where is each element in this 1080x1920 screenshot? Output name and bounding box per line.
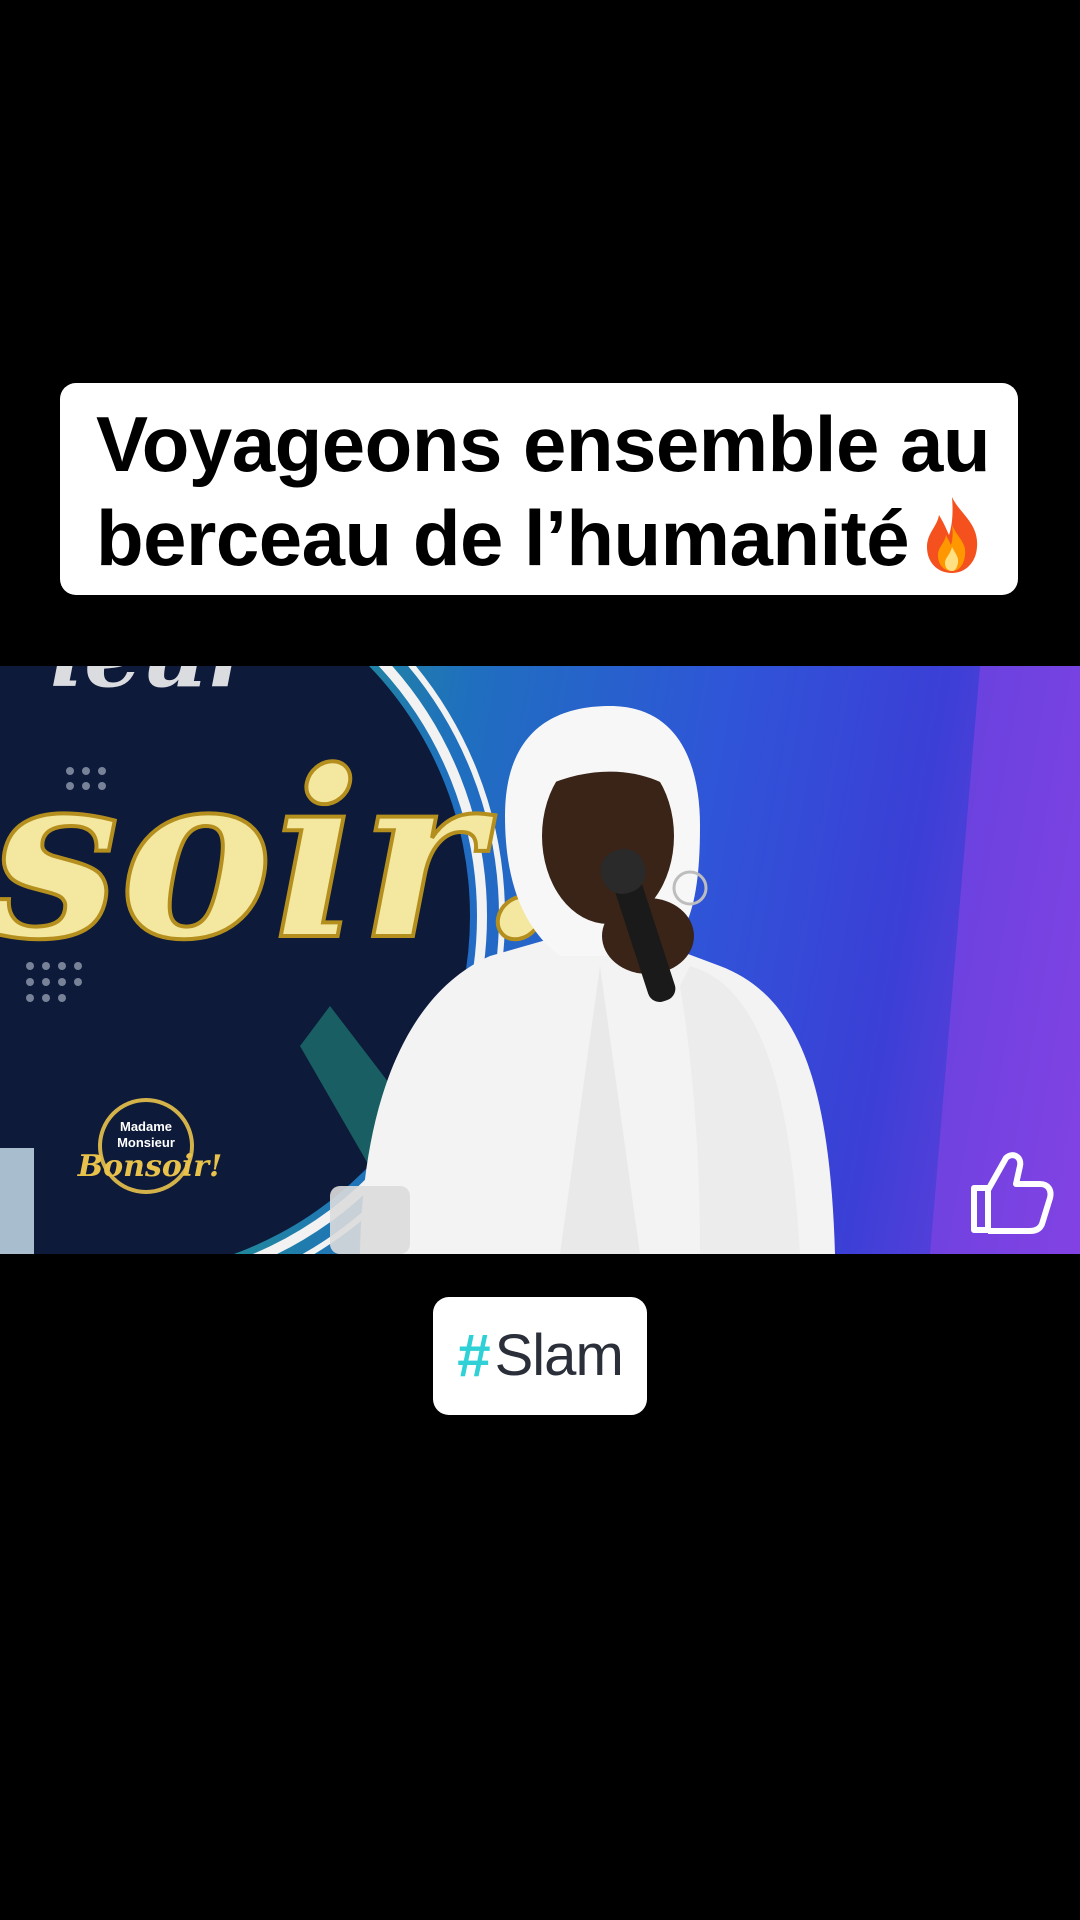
hashtag-label: Slam (494, 1323, 624, 1388)
caption-card: Voyageons ensemble au berceau de l’human… (60, 383, 1018, 595)
hashtag-chip[interactable]: # Slam (433, 1297, 647, 1415)
background-text: soir! (0, 721, 582, 991)
caption-line-1: Voyageons ensemble au (96, 400, 991, 488)
video-scene: soir! ieur Madame Monsieur Bonsoir! (0, 666, 1080, 1254)
logo-line-1: Madame (120, 1119, 172, 1134)
logo-line-2: Monsieur (117, 1135, 175, 1150)
caption-line-2-text: berceau de l’humanité (96, 494, 910, 582)
caption-line-2: berceau de l’humanité (96, 491, 982, 585)
hashtag-icon: # (457, 1322, 491, 1389)
fire-icon (919, 495, 985, 575)
svg-text:ieur: ieur (50, 666, 260, 708)
logo-line-3: Bonsoir! (77, 1149, 222, 1184)
video-screen: Voyageons ensemble au berceau de l’human… (0, 0, 1080, 1920)
video-frame[interactable]: soir! ieur Madame Monsieur Bonsoir! (0, 666, 1080, 1254)
